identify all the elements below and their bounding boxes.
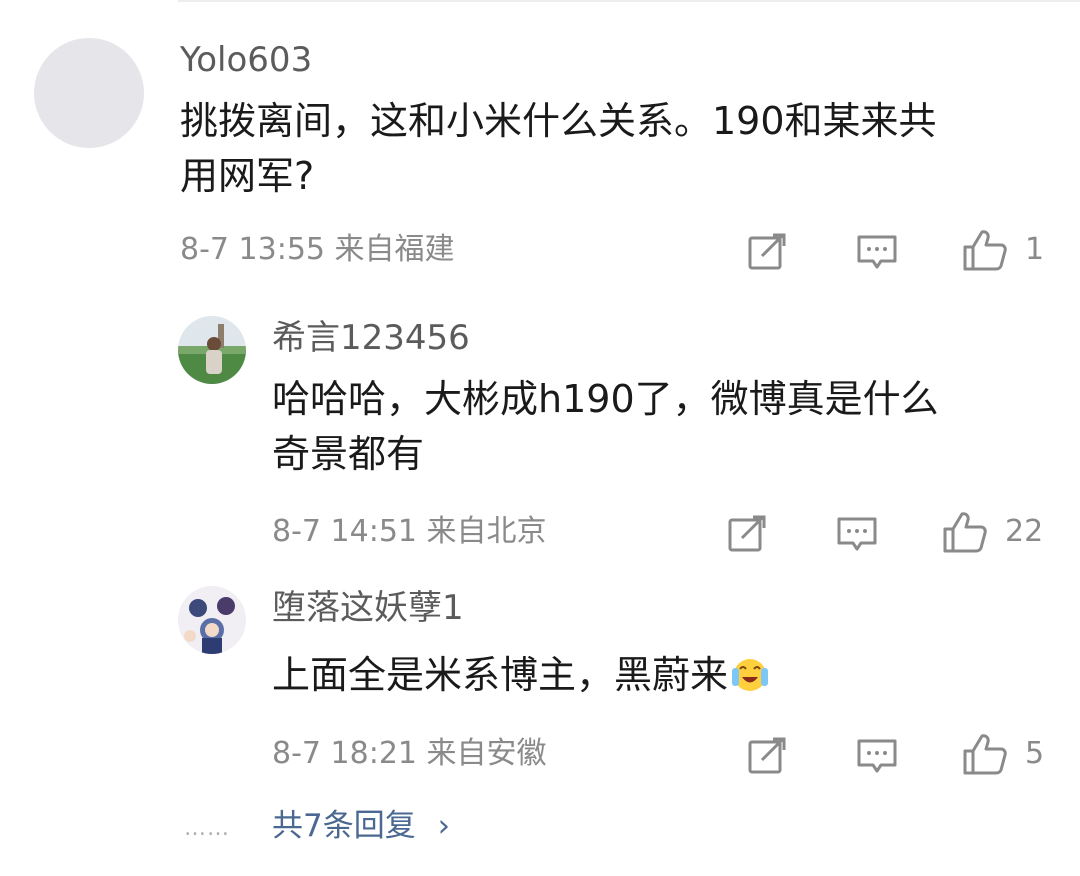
- reply-text-line: 奇景都有: [272, 432, 425, 476]
- comment-text-line: 用网军?: [180, 154, 315, 198]
- reply-meta-2: 8-7 18:21 来自安徽: [272, 736, 547, 771]
- top-divider: [178, 0, 1080, 2]
- share-icon[interactable]: [747, 736, 789, 780]
- comment-meta-main: 8-7 13:55 来自福建: [180, 232, 455, 267]
- view-all-replies-link[interactable]: 共7条回复 ›: [272, 806, 450, 846]
- thumbs-up-icon[interactable]: [962, 228, 1008, 276]
- username-reply-1[interactable]: 希言123456: [272, 318, 470, 358]
- share-icon[interactable]: [747, 232, 789, 276]
- comment-icon[interactable]: [856, 736, 898, 780]
- thumbs-up-icon[interactable]: [962, 732, 1008, 780]
- reply-text-1: 哈哈哈，大彬成h190了，微博真是什么 奇景都有: [272, 372, 1062, 482]
- like-count-main: 1: [1025, 232, 1045, 267]
- comment-thread: Yolo603 挑拨离间，这和小米什么关系。190和某来共 用网军? 8-7 1…: [0, 0, 1080, 876]
- comment-text-line: 挑拨离间，这和小米什么关系。190和某来共: [180, 99, 937, 143]
- crying-laughing-emoji: [732, 659, 769, 691]
- reply-text-line: 上面全是米系博主，黑蔚来: [272, 653, 729, 697]
- thumbs-up-icon[interactable]: [942, 510, 988, 558]
- like-count-reply-1: 22: [1005, 514, 1044, 549]
- reply-text-2: 上面全是米系博主，黑蔚来: [272, 648, 1062, 703]
- username-main-comment[interactable]: Yolo603: [180, 40, 312, 80]
- avatar-reply-1[interactable]: [178, 316, 246, 384]
- avatar-reply-2[interactable]: [178, 586, 246, 654]
- comment-icon[interactable]: [856, 232, 898, 276]
- username-reply-2[interactable]: 堕落这妖孽1: [272, 588, 464, 628]
- chevron-right-icon: ›: [437, 808, 450, 844]
- avatar-main-comment[interactable]: [34, 38, 144, 148]
- reply-text-line: 哈哈哈，大彬成h190了，微博真是什么: [272, 377, 939, 421]
- more-dots: ……: [184, 816, 230, 841]
- comment-text-main: 挑拨离间，这和小米什么关系。190和某来共 用网军?: [180, 94, 1060, 204]
- share-icon[interactable]: [727, 514, 769, 558]
- like-count-reply-2: 5: [1025, 736, 1045, 771]
- view-all-replies-label: 共7条回复: [272, 808, 416, 844]
- reply-meta-1: 8-7 14:51 来自北京: [272, 514, 547, 549]
- comment-icon[interactable]: [836, 514, 878, 558]
